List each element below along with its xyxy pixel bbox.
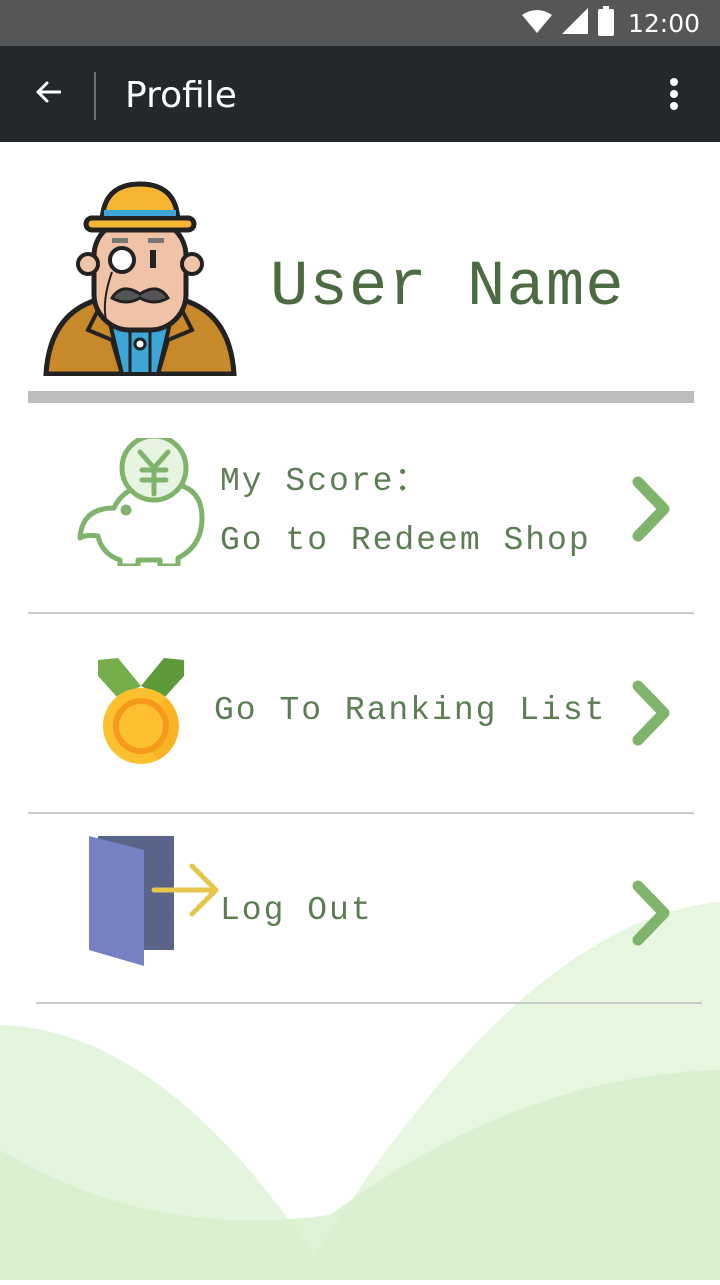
row-divider [36,1002,702,1004]
chevron-right-icon [628,474,678,544]
status-time: 12:00 [627,8,700,38]
gentleman-avatar-icon [42,181,238,380]
piggy-bank-icon [74,433,206,571]
app-bar-divider [94,72,96,120]
chevron-right-icon [628,678,678,748]
battery-icon [597,5,614,41]
avatar [42,180,238,377]
header-divider [28,391,694,403]
status-bar: 12:00 [0,0,720,46]
signal-icon [561,7,588,39]
chevron-right-icon [628,878,678,948]
user-name: User Name [270,252,625,324]
my-score-label: My Score： [220,463,430,500]
redeem-shop-link[interactable]: Go to Redeem Shop [220,522,591,559]
ranking-list-link[interactable]: Go To Ranking List [214,692,606,729]
arrow-left-icon [35,81,62,108]
score-row[interactable]: My Score： Go to Redeem Shop [28,404,694,612]
logout-button[interactable]: Log Out [220,892,373,929]
overflow-menu-button[interactable] [662,72,686,120]
back-button[interactable] [24,70,72,118]
logout-row[interactable]: Log Out [28,814,694,1002]
wifi-icon [521,9,552,38]
ranking-row[interactable]: Go To Ranking List [28,614,694,812]
medal-icon [96,656,186,773]
door-exit-icon [88,834,222,973]
app-bar: Profile [0,46,720,142]
more-vert-icon [668,77,680,116]
status-icons: 12:00 [521,5,700,41]
page-title: Profile [125,75,237,116]
